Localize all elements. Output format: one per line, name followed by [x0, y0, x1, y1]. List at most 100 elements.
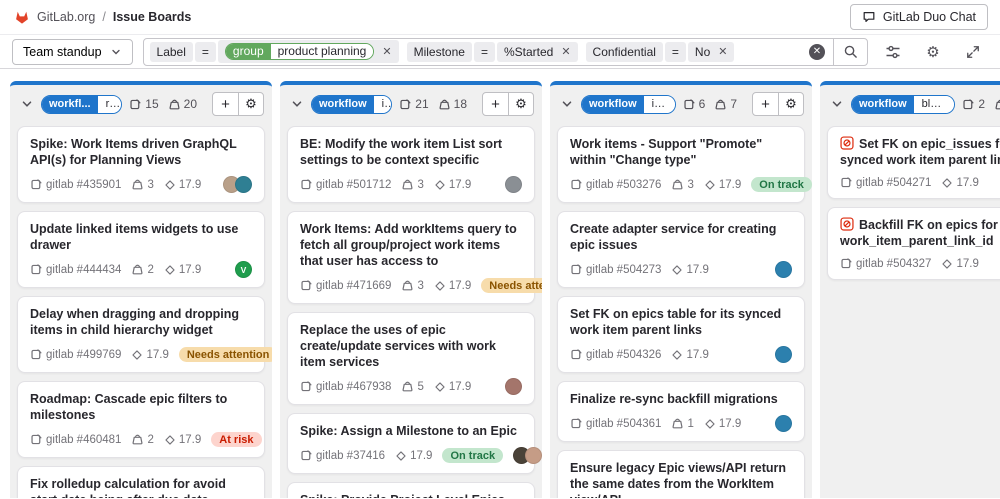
column-cards: BE: Modify the work item List sort setti…	[280, 121, 542, 498]
filter-token[interactable]: Confidential = No ✕	[586, 42, 735, 62]
card-title: Finalize re-sync backfill migrations	[570, 391, 792, 407]
card-milestone: 17.9	[434, 179, 471, 191]
card-reference: gitlab #503276	[570, 178, 661, 191]
token-operator[interactable]: =	[665, 42, 686, 62]
column-settings-gear-icon[interactable]: ⚙	[238, 93, 263, 115]
collapse-column-button[interactable]	[560, 97, 574, 111]
filter-tokens: Label = groupproduct planning ✕ Mileston…	[150, 40, 801, 63]
board-card[interactable]: Update linked items widgets to use drawe…	[17, 211, 265, 288]
board-card[interactable]: Work Items: Add workItems query to fetch…	[287, 211, 535, 304]
board-card[interactable]: Backfill FK on epics for work_item_paren…	[827, 207, 1000, 280]
board-card[interactable]: Spike: Provide Project Level Epics gitla…	[287, 482, 535, 498]
board-card[interactable]: Delay when dragging and dropping items i…	[17, 296, 265, 373]
column-label-name: in review	[644, 96, 675, 113]
add-card-button[interactable]: +	[483, 93, 508, 115]
add-card-button[interactable]: +	[753, 93, 778, 115]
token-value[interactable]: groupproduct planning ✕	[218, 40, 399, 63]
fullscreen-icon[interactable]	[958, 38, 988, 66]
search-button[interactable]	[833, 39, 867, 65]
token-field[interactable]: Confidential	[586, 42, 663, 62]
board-card[interactable]: Spike: Assign a Milestone to an Epic git…	[287, 413, 535, 474]
health-status-badge: On track	[751, 177, 812, 192]
remove-token-icon[interactable]: ✕	[559, 45, 570, 58]
column-counts: 2	[962, 97, 1000, 111]
duo-chat-button[interactable]: GitLab Duo Chat	[850, 4, 988, 30]
token-operator[interactable]: =	[474, 42, 495, 62]
column-counts: 21 18	[399, 97, 467, 111]
avatar[interactable]	[505, 378, 522, 395]
board-card[interactable]: Finalize re-sync backfill migrations git…	[557, 381, 805, 442]
avatar[interactable]	[505, 176, 522, 193]
collapse-column-button[interactable]	[290, 97, 304, 111]
issue-icon	[570, 178, 583, 191]
board-card[interactable]: Spike: Work Items driven GraphQL API(s) …	[17, 126, 265, 203]
card-assignees	[505, 378, 522, 395]
token-value-text: %Started	[504, 45, 553, 59]
board-switcher[interactable]: Team standup	[12, 39, 133, 65]
card-milestone: 17.9	[671, 264, 708, 276]
remove-token-icon[interactable]: ✕	[716, 45, 727, 58]
breadcrumb-separator: /	[102, 10, 105, 24]
remove-token-icon[interactable]: ✕	[380, 45, 391, 58]
card-meta: gitlab #499769 17.9 Needs attention	[30, 346, 252, 363]
filtered-search-input[interactable]: Label = groupproduct planning ✕ Mileston…	[143, 38, 868, 66]
issue-count: 21	[399, 97, 428, 111]
column-settings-gear-icon[interactable]: ⚙	[778, 93, 803, 115]
card-title: Spike: Assign a Milestone to an Epic	[300, 423, 522, 439]
collapse-column-button[interactable]	[830, 97, 844, 111]
card-reference: gitlab #467938	[300, 380, 391, 393]
token-value[interactable]: No ✕	[688, 42, 735, 62]
board-card[interactable]: Work items - Support "Promote" within "C…	[557, 126, 805, 203]
token-field[interactable]: Milestone	[407, 42, 472, 62]
board-card[interactable]: Set FK on epics table for its synced wor…	[557, 296, 805, 373]
card-meta: gitlab #504273 17.9	[570, 261, 792, 278]
column-header: workflow in review 6 7 + ⚙	[550, 85, 812, 121]
issue-count: 15	[129, 97, 158, 111]
avatar[interactable]	[775, 415, 792, 432]
board-card[interactable]: Roadmap: Cascade epic filters to milesto…	[17, 381, 265, 458]
column-settings-gear-icon[interactable]: ⚙	[508, 93, 533, 115]
column-label-scope: workflow	[852, 96, 914, 113]
issue-icon	[399, 98, 412, 111]
board-card[interactable]: Fix rolledup calculation for avoid start…	[17, 466, 265, 498]
filter-token[interactable]: Label = groupproduct planning ✕	[150, 40, 399, 63]
weight-icon	[714, 98, 727, 111]
card-milestone: 17.9	[941, 258, 978, 270]
column-cards: Set FK on epic_issues for its synced wor…	[820, 121, 1000, 288]
breadcrumb-group[interactable]: GitLab.org	[37, 10, 95, 24]
card-weight: 3	[131, 178, 153, 191]
board-card[interactable]: Ensure legacy Epic views/API return the …	[557, 450, 805, 498]
weight-icon	[401, 279, 414, 292]
milestone-icon	[434, 179, 446, 191]
avatar[interactable]	[525, 447, 542, 464]
avatar[interactable]	[775, 346, 792, 363]
column-label-name: ready for developme...	[98, 96, 122, 113]
add-card-button[interactable]: +	[213, 93, 238, 115]
card-meta: gitlab #504271 17.9	[840, 176, 1000, 189]
card-milestone: 17.9	[131, 349, 168, 361]
avatar[interactable]	[235, 176, 252, 193]
collapse-column-button[interactable]	[20, 97, 34, 111]
weight-icon	[131, 178, 144, 191]
token-value[interactable]: %Started ✕	[497, 42, 578, 62]
avatar[interactable]	[775, 261, 792, 278]
avatar[interactable]: V	[235, 261, 252, 278]
board-card[interactable]: Create adapter service for creating epic…	[557, 211, 805, 288]
token-operator[interactable]: =	[195, 42, 216, 62]
token-field[interactable]: Label	[150, 42, 193, 62]
milestone-icon	[164, 264, 176, 276]
weight-count	[994, 98, 1000, 111]
card-title: Fix rolledup calculation for avoid start…	[30, 476, 252, 498]
card-meta: gitlab #504327 17.9	[840, 257, 1000, 270]
health-status-badge: Needs attention	[179, 347, 272, 362]
card-weight: 5	[401, 380, 423, 393]
board-card[interactable]: BE: Modify the work item List sort setti…	[287, 126, 535, 203]
board-settings-gear-icon[interactable]: ⚙	[918, 38, 948, 66]
board-card[interactable]: Replace the uses of epic create/update s…	[287, 312, 535, 405]
issue-icon	[300, 178, 313, 191]
board-card[interactable]: Set FK on epic_issues for its synced wor…	[827, 126, 1000, 199]
sort-preferences-icon[interactable]	[878, 38, 908, 66]
clear-search-icon[interactable]: ✕	[809, 44, 825, 60]
issue-icon	[962, 98, 975, 111]
filter-token[interactable]: Milestone = %Started ✕	[407, 42, 578, 62]
